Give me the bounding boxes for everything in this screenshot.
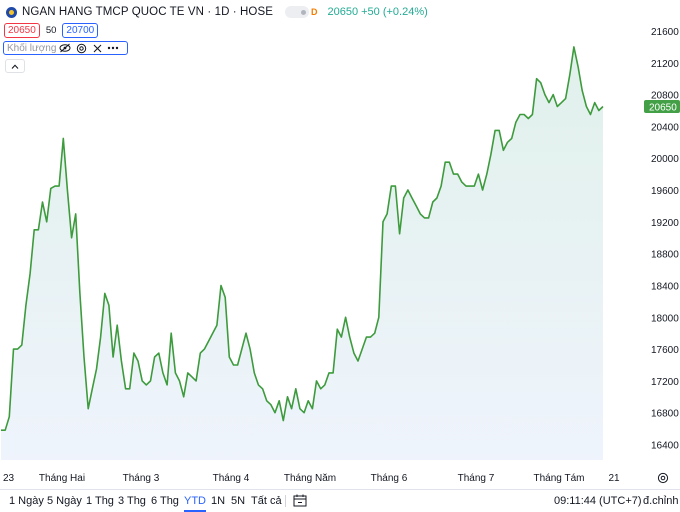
y-tick-label: 16400 (651, 441, 679, 452)
y-tick-label: 21200 (651, 59, 679, 70)
y-tick-label: 20800 (651, 91, 679, 102)
price-chart[interactable]: 16400 16800 17200 17600 18000 18400 18800 19200… (0, 0, 680, 489)
range-3m-button[interactable]: 3 Thg (118, 495, 146, 507)
range-6m-button[interactable]: 6 Thg (151, 495, 179, 507)
y-tick-label: 18400 (651, 282, 679, 293)
volume-indicator-label: Khối lượng (7, 43, 57, 54)
close-icon[interactable] (89, 42, 105, 54)
chevron-up-icon (11, 64, 19, 69)
x-tick-label: Tháng 7 (458, 473, 495, 484)
collapse-legend-button[interactable] (5, 59, 25, 73)
y-tick-label: 16800 (651, 409, 679, 420)
calendar-range-icon[interactable] (293, 494, 307, 507)
range-5y-button[interactable]: 5N (231, 495, 245, 507)
ask-button[interactable]: 20700 (62, 23, 98, 38)
axis-settings-icon[interactable] (657, 472, 669, 484)
y-tick-label: 20000 (651, 154, 679, 165)
market-status-toggle[interactable] (285, 6, 309, 18)
x-tick-label: Tháng Tám (534, 473, 585, 484)
last-price-label: 20650 (649, 102, 677, 113)
spread-value: 50 (46, 25, 57, 36)
toolbar-divider (285, 495, 286, 507)
y-tick-label: 17600 (651, 345, 679, 356)
timezone-clock[interactable]: 09:11:44 (UTC+7) (554, 495, 642, 507)
eye-slash-icon[interactable] (57, 42, 73, 54)
x-tick-label: 21 (608, 473, 620, 484)
x-tick-label: 23 (3, 473, 15, 484)
volume-indicator-legend[interactable]: Khối lượng (3, 41, 128, 55)
y-tick-label: 20400 (651, 122, 679, 133)
market-status-badge: D (311, 7, 318, 17)
x-tick-label: Tháng 4 (213, 473, 250, 484)
y-tick-label: 18800 (651, 250, 679, 261)
chart-header: NGAN HANG TMCP QUOC TE VN · 1D · HOSE D … (6, 5, 428, 19)
price-area (1, 47, 603, 460)
symbol-logo-icon (6, 7, 17, 18)
more-icon[interactable] (105, 42, 121, 54)
range-5d-button[interactable]: 5 Ngày (47, 495, 82, 507)
y-tick-label: 19600 (651, 186, 679, 197)
quote-row: 20650 50 20700 (4, 23, 98, 37)
adjust-toggle[interactable]: đ.chỉnh (643, 495, 678, 507)
range-1m-button[interactable]: 1 Thg (86, 495, 114, 507)
range-1d-button[interactable]: 1 Ngày (9, 495, 44, 507)
range-all-button[interactable]: Tất cả (251, 495, 282, 507)
y-tick-label: 19200 (651, 218, 679, 229)
settings-icon[interactable] (73, 42, 89, 54)
x-tick-label: Tháng Hai (39, 473, 85, 484)
y-tick-label: 21600 (651, 27, 679, 38)
y-tick-label: 17200 (651, 377, 679, 388)
bid-button[interactable]: 20650 (4, 23, 40, 38)
x-tick-label: Tháng Năm (284, 473, 336, 484)
price-change: 20650 +50 (+0.24%) (327, 6, 427, 18)
bottom-toolbar: 1 Ngày 5 Ngày 1 Thg 3 Thg 6 Thg YTD 1N 5… (0, 489, 680, 511)
x-tick-label: Tháng 6 (371, 473, 408, 484)
y-tick-label: 18000 (651, 313, 679, 324)
x-tick-label: Tháng 3 (123, 473, 160, 484)
range-1y-button[interactable]: 1N (211, 495, 225, 507)
range-ytd-button[interactable]: YTD (184, 495, 206, 507)
market-status-dot-icon (301, 10, 306, 15)
symbol-title[interactable]: NGAN HANG TMCP QUOC TE VN · 1D · HOSE (22, 6, 273, 18)
